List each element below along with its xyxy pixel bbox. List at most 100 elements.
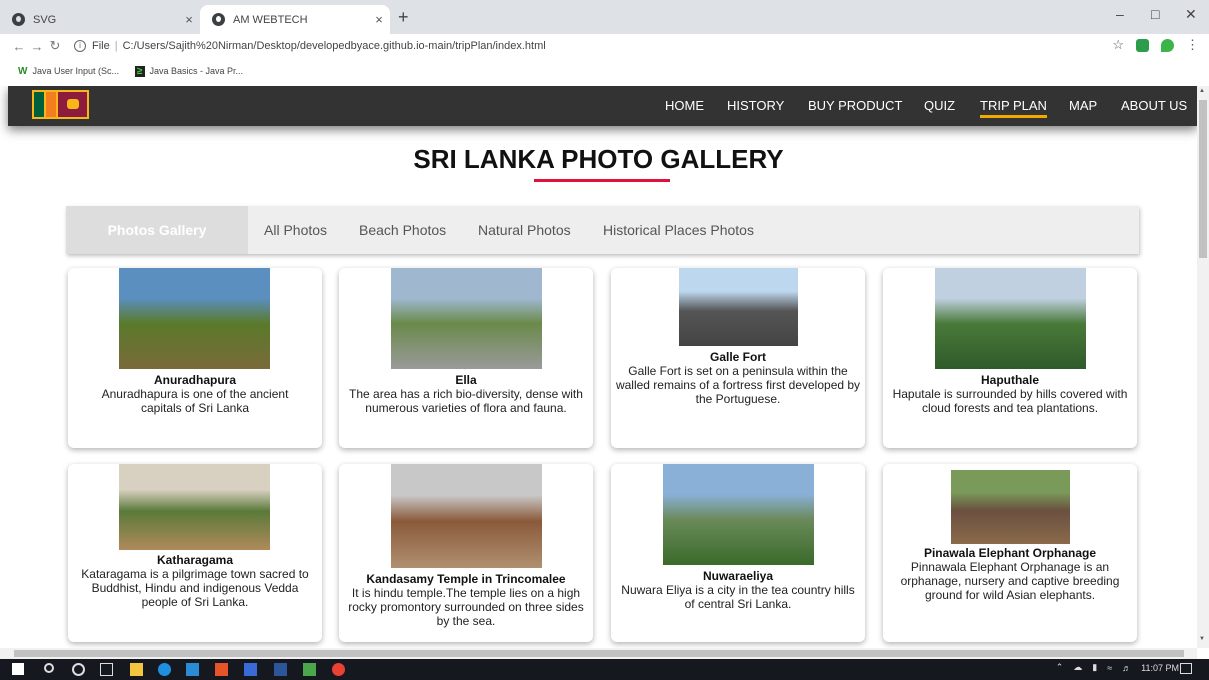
tray-chevron-icon[interactable]: ⌃ [1056,662,1064,673]
more-menu-icon[interactable]: ⋮ [1186,37,1199,53]
filter-natural-photos[interactable]: Natural Photos [478,206,571,254]
notepad-icon[interactable] [303,663,316,676]
task-view-icon[interactable] [100,663,113,676]
notifications-icon[interactable] [1180,663,1192,674]
nav-about-us[interactable]: ABOUT US [1121,98,1187,113]
card-title: Ella [455,373,477,387]
card-photo [663,464,814,565]
gallery-card[interactable]: Galle Fort Galle Fort is set on a penins… [611,268,865,448]
close-tab-icon[interactable]: × [368,12,390,27]
card-photo [391,268,542,369]
windows-start-icon[interactable] [12,663,24,675]
url-field[interactable]: i File | C:/Users/Sajith%20Nirman/Deskto… [74,40,546,52]
nav-home[interactable]: HOME [665,98,704,113]
gallery-card[interactable]: Pinawala Elephant Orphanage Pinnawala El… [883,464,1137,642]
card-photo [951,470,1070,544]
terminal-icon: ≥ [135,65,145,77]
nav-quiz[interactable]: QUIZ [924,98,955,113]
card-title: Galle Fort [709,350,766,364]
card-title: Katharagama [156,553,234,567]
gallery-card[interactable]: Katharagama Kataragama is a pilgrimage t… [68,464,322,642]
site-navbar: HOME HISTORY BUY PRODUCT QUIZ TRIP PLAN … [8,86,1197,126]
app-icon[interactable] [244,663,257,676]
page-title: SRI LANKA PHOTO GALLERY [413,144,784,174]
bookmark-java-basics[interactable]: ≥ Java Basics - Java Pr... [135,65,243,77]
window-close-icon[interactable]: ✕ [1185,6,1197,23]
card-title: Pinawala Elephant Orphanage [923,546,1097,560]
address-bar: ← → ↻ i File | C:/Users/Sajith%20Nirman/… [0,34,1209,58]
bookmark-star-icon[interactable]: ☆ [1112,37,1124,53]
card-description: The area has a rich bio-diversity, dense… [349,387,583,415]
sri-lanka-flag-logo[interactable] [32,90,89,119]
nav-history[interactable]: HISTORY [727,98,784,113]
reload-icon[interactable]: ↻ [46,38,64,54]
filter-historical-places-photos[interactable]: Historical Places Photos [603,206,754,254]
bookmarks-bar: W Java User Input (Sc... ≥ Java Basics -… [0,58,1209,84]
filter-all-photos[interactable]: All Photos [264,206,327,254]
filter-photos-gallery[interactable]: Photos Gallery [66,206,248,254]
card-photo [679,268,798,346]
close-tab-icon[interactable]: × [178,12,200,27]
search-icon[interactable] [44,663,54,673]
office-icon[interactable] [215,663,228,676]
gallery-filter-bar: Photos Gallery All Photos Beach Photos N… [66,206,1139,254]
card-photo [391,464,542,568]
info-icon[interactable]: i [74,40,86,52]
nav-trip-plan[interactable]: TRIP PLAN [980,98,1047,118]
bookmark-java-user-input[interactable]: W Java User Input (Sc... [18,66,119,77]
forward-icon[interactable]: → [28,39,46,54]
scrollbar-thumb[interactable] [1199,100,1207,258]
browser-tab-am-webtech[interactable]: AM WEBTECH × [200,5,390,34]
title-underline [534,179,670,182]
card-description: Haputale is surrounded by hills covered … [892,387,1128,415]
card-title: Nuwaraeliya [702,569,774,583]
globe-icon [212,13,225,26]
card-title: Kandasamy Temple in Trincomalee [366,572,566,586]
shield-icon[interactable] [1161,38,1174,52]
extension-icon[interactable] [1136,38,1149,52]
vertical-scrollbar[interactable]: ▲ ▼ [1197,86,1209,648]
wifi-icon[interactable]: ≈ [1107,663,1112,673]
gallery-card[interactable]: Anuradhapura Anuradhapura is one of the … [68,268,322,448]
windows-taskbar: ⌃ ☁ ▮ ≈ ♬ 11:07 PM [0,659,1209,680]
scrollbar-thumb[interactable] [14,650,1184,657]
card-description: Galle Fort is set on a peninsula within … [615,364,861,406]
maximize-icon[interactable]: □ [1151,6,1159,22]
page-viewport: HOME HISTORY BUY PRODUCT QUIZ TRIP PLAN … [0,86,1197,648]
chrome-icon[interactable] [332,663,345,676]
word-icon[interactable] [274,663,287,676]
cortana-icon[interactable] [72,663,85,676]
minimize-icon[interactable]: – [1116,6,1124,22]
battery-icon[interactable]: ▮ [1092,662,1097,673]
card-photo [119,268,270,369]
horizontal-scrollbar[interactable] [0,648,1197,659]
browser-tab-strip: SVG × AM WEBTECH × + – □ ✕ [0,0,1209,34]
globe-icon [12,13,25,26]
card-title: Haputhale [980,373,1039,387]
scroll-up-icon[interactable]: ▲ [1199,88,1205,94]
store-icon[interactable] [186,663,199,676]
gallery-card[interactable]: Haputhale Haputale is surrounded by hill… [883,268,1137,448]
card-description: Kataragama is a pilgrimage town sacred t… [81,567,309,609]
card-title: Anuradhapura [153,373,236,387]
new-tab-icon[interactable]: + [398,7,409,28]
gallery-card[interactable]: Kandasamy Temple in Trincomalee It is hi… [339,464,593,642]
back-icon[interactable]: ← [10,39,28,54]
gallery-card[interactable]: Nuwaraeliya Nuwara Eliya is a city in th… [611,464,865,642]
cloud-icon[interactable]: ☁ [1073,662,1082,673]
nav-map[interactable]: MAP [1069,98,1097,113]
volume-icon[interactable]: ♬ [1122,663,1131,673]
nav-buy-product[interactable]: BUY PRODUCT [808,98,902,113]
gallery-card[interactable]: Ella The area has a rich bio-diversity, … [339,268,593,448]
edge-icon[interactable] [158,663,171,676]
card-description: Nuwara Eliya is a city in the tea countr… [621,583,855,611]
card-description: It is hindu temple.The temple lies on a … [348,586,584,628]
clock-time[interactable]: 11:07 PM [1141,663,1179,673]
filter-beach-photos[interactable]: Beach Photos [359,206,446,254]
scroll-down-icon[interactable]: ▼ [1199,636,1205,642]
card-description: Anuradhapura is one of the ancient capit… [101,387,289,415]
file-explorer-icon[interactable] [130,663,143,676]
card-photo [119,464,270,550]
browser-tab-svg[interactable]: SVG × [0,5,200,34]
w-logo-icon: W [18,65,28,77]
